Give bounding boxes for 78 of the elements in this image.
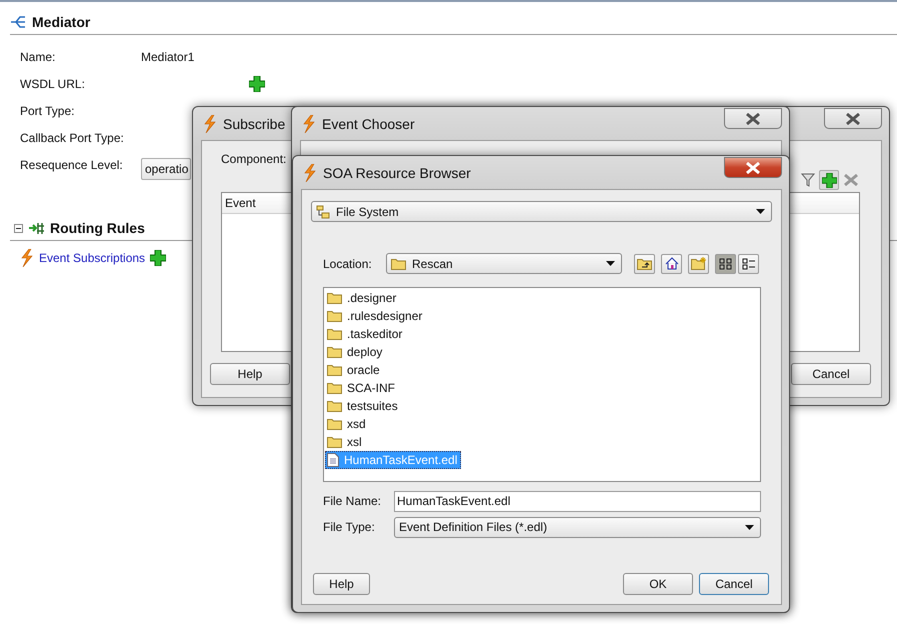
- section-title: Mediator: [32, 14, 90, 30]
- file-item[interactable]: xsl: [325, 433, 366, 451]
- dialog-title: Subscribe: [223, 116, 286, 132]
- ok-button[interactable]: OK: [623, 573, 693, 595]
- dropdown-arrow-icon: [745, 524, 754, 530]
- field-label: Resequence Level:: [20, 158, 124, 172]
- file-name-label: File Name:: [323, 494, 382, 508]
- cancel-button[interactable]: Cancel: [791, 363, 871, 385]
- source-dropdown[interactable]: File System: [311, 201, 772, 222]
- file-name-field[interactable]: HumanTaskEvent.edl: [394, 490, 761, 512]
- folder-icon: [327, 310, 342, 322]
- section-title: Routing Rules: [50, 220, 145, 236]
- dialog-title: Event Chooser: [322, 116, 415, 132]
- column-header: Event: [225, 196, 256, 210]
- new-folder-button[interactable]: [688, 254, 709, 274]
- file-item[interactable]: deploy: [325, 343, 386, 361]
- collapse-icon[interactable]: [14, 224, 23, 232]
- folder-icon: [327, 292, 342, 304]
- file-item[interactable]: oracle: [325, 361, 384, 379]
- file-item[interactable]: .taskeditor: [325, 325, 406, 343]
- file-item[interactable]: testsuites: [325, 397, 402, 415]
- filter-icon[interactable]: [801, 173, 815, 187]
- file-item[interactable]: .designer: [325, 289, 400, 307]
- routing-icon: [28, 220, 45, 236]
- folder-icon: [327, 346, 342, 358]
- component-label: Component:: [221, 152, 286, 168]
- close-button[interactable]: [724, 157, 782, 178]
- icon-view-icon: [718, 258, 732, 270]
- resequence-select[interactable]: operatio: [141, 158, 191, 180]
- folder-icon: [327, 436, 342, 448]
- dropdown-arrow-icon: [606, 261, 615, 266]
- close-icon: [745, 162, 761, 174]
- folder-icon: [327, 382, 342, 394]
- lightning-icon: [203, 114, 217, 132]
- close-icon: [745, 112, 761, 124]
- folder-icon: [391, 258, 406, 270]
- document-icon: [327, 453, 339, 467]
- field-label: Port Type:: [20, 104, 76, 118]
- file-item[interactable]: .rulesdesigner: [325, 307, 426, 325]
- help-button[interactable]: Help: [210, 363, 290, 385]
- file-item[interactable]: SCA-INF: [325, 379, 399, 397]
- file-type-label: File Type:: [323, 520, 376, 534]
- delete-icon: [843, 174, 859, 186]
- close-button[interactable]: [824, 108, 882, 129]
- lightning-icon: [302, 114, 316, 132]
- up-folder-icon: [637, 258, 652, 270]
- location-label: Location:: [323, 256, 373, 270]
- folder-icon: [327, 418, 342, 430]
- list-view-icon: [742, 258, 756, 270]
- file-item[interactable]: xsd: [325, 415, 370, 433]
- file-type-dropdown[interactable]: Event Definition Files (*.edl): [394, 516, 761, 538]
- view-mode-button[interactable]: [715, 254, 736, 274]
- close-icon: [845, 112, 861, 124]
- home-icon: [664, 257, 678, 270]
- close-button[interactable]: [724, 108, 782, 129]
- field-label: Name:: [20, 50, 56, 64]
- event-subscriptions-link[interactable]: Event Subscriptions: [39, 251, 146, 265]
- new-folder-icon: [690, 257, 706, 270]
- help-button[interactable]: Help: [313, 573, 370, 595]
- add-icon[interactable]: [249, 76, 265, 92]
- home-button[interactable]: [661, 254, 682, 274]
- tree-icon: [316, 204, 330, 218]
- field-label: Callback Port Type:: [20, 130, 125, 144]
- location-dropdown[interactable]: Rescan: [386, 253, 622, 274]
- dropdown-arrow-icon: [756, 209, 765, 214]
- lightning-icon: [303, 164, 317, 182]
- view-mode-button[interactable]: [738, 254, 759, 274]
- event-icon: [20, 249, 34, 267]
- folder-icon: [327, 400, 342, 412]
- field-label: WSDL URL:: [20, 76, 86, 90]
- up-folder-button[interactable]: [634, 254, 655, 274]
- folder-icon: [327, 364, 342, 376]
- add-icon[interactable]: [150, 250, 166, 266]
- cancel-button[interactable]: Cancel: [699, 573, 769, 595]
- folder-icon: [327, 328, 342, 340]
- mediator-icon: [10, 15, 26, 29]
- dialog-title: SOA Resource Browser: [323, 164, 471, 180]
- field-value: Mediator1: [141, 50, 196, 64]
